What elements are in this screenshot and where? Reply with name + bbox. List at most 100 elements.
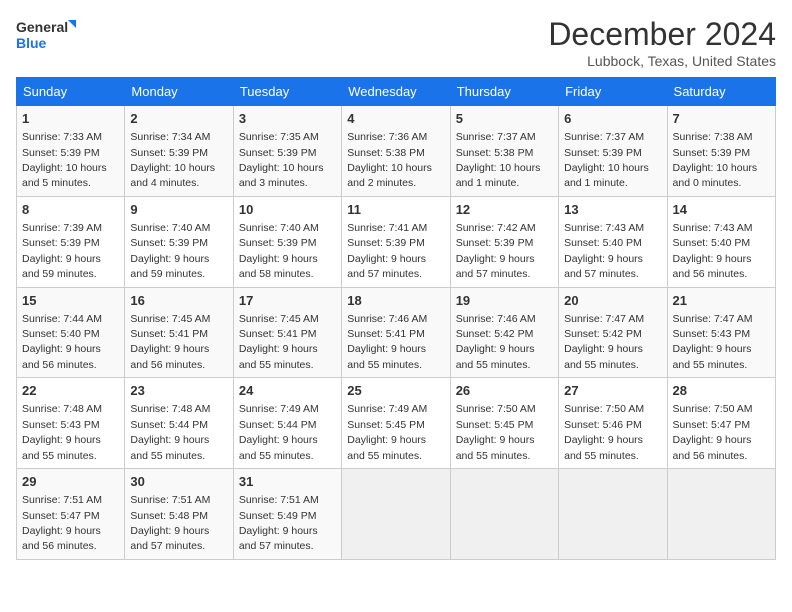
day-info: Sunrise: 7:50 AMSunset: 5:46 PMDaylight:… xyxy=(564,403,644,461)
day-number: 24 xyxy=(239,382,336,400)
day-cell xyxy=(342,469,450,560)
day-cell: 17 Sunrise: 7:45 AMSunset: 5:41 PMDayligh… xyxy=(233,287,341,378)
day-info: Sunrise: 7:34 AMSunset: 5:39 PMDaylight:… xyxy=(130,131,215,189)
header-cell-sunday: Sunday xyxy=(17,78,125,106)
day-info: Sunrise: 7:50 AMSunset: 5:45 PMDaylight:… xyxy=(456,403,536,461)
day-info: Sunrise: 7:48 AMSunset: 5:44 PMDaylight:… xyxy=(130,403,210,461)
day-cell: 9 Sunrise: 7:40 AMSunset: 5:39 PMDaylight… xyxy=(125,196,233,287)
day-info: Sunrise: 7:37 AMSunset: 5:39 PMDaylight:… xyxy=(564,131,649,189)
day-cell: 18Sunrise: 7:46 AMSunset: 5:41 PMDayligh… xyxy=(342,287,450,378)
day-cell: 28 Sunrise: 7:50 AMSunset: 5:47 PMDayligh… xyxy=(667,378,775,469)
day-info: Sunrise: 7:33 AMSunset: 5:39 PMDaylight:… xyxy=(22,131,107,189)
day-info: Sunrise: 7:43 AMSunset: 5:40 PMDaylight:… xyxy=(673,222,753,280)
day-info: Sunrise: 7:46 AMSunset: 5:41 PMDaylight:… xyxy=(347,313,427,371)
day-cell: 11 Sunrise: 7:41 AMSunset: 5:39 PMDayligh… xyxy=(342,196,450,287)
week-row-1: 1Sunrise: 7:33 AMSunset: 5:39 PMDaylight… xyxy=(17,106,776,197)
day-cell: 6 Sunrise: 7:37 AMSunset: 5:39 PMDaylight… xyxy=(559,106,667,197)
day-number: 4 xyxy=(347,110,444,128)
day-number: 7 xyxy=(673,110,770,128)
header-cell-tuesday: Tuesday xyxy=(233,78,341,106)
day-number: 14 xyxy=(673,201,770,219)
day-cell: 26 Sunrise: 7:50 AMSunset: 5:45 PMDayligh… xyxy=(450,378,558,469)
day-info: Sunrise: 7:51 AMSunset: 5:48 PMDaylight:… xyxy=(130,494,210,552)
day-info: Sunrise: 7:41 AMSunset: 5:39 PMDaylight:… xyxy=(347,222,427,280)
calendar-table: SundayMondayTuesdayWednesdayThursdayFrid… xyxy=(16,77,776,560)
day-number: 27 xyxy=(564,382,661,400)
day-cell: 22Sunrise: 7:48 AMSunset: 5:43 PMDayligh… xyxy=(17,378,125,469)
day-number: 12 xyxy=(456,201,553,219)
day-number: 22 xyxy=(22,382,119,400)
day-number: 29 xyxy=(22,473,119,491)
day-cell: 5 Sunrise: 7:37 AMSunset: 5:38 PMDaylight… xyxy=(450,106,558,197)
day-cell: 8Sunrise: 7:39 AMSunset: 5:39 PMDaylight… xyxy=(17,196,125,287)
day-info: Sunrise: 7:37 AMSunset: 5:38 PMDaylight:… xyxy=(456,131,541,189)
svg-text:Blue: Blue xyxy=(16,35,47,51)
day-number: 17 xyxy=(239,292,336,310)
header-cell-friday: Friday xyxy=(559,78,667,106)
day-info: Sunrise: 7:45 AMSunset: 5:41 PMDaylight:… xyxy=(239,313,319,371)
day-number: 20 xyxy=(564,292,661,310)
day-number: 21 xyxy=(673,292,770,310)
month-title: December 2024 xyxy=(548,16,776,53)
day-cell: 2 Sunrise: 7:34 AMSunset: 5:39 PMDaylight… xyxy=(125,106,233,197)
day-info: Sunrise: 7:49 AMSunset: 5:44 PMDaylight:… xyxy=(239,403,319,461)
day-number: 9 xyxy=(130,201,227,219)
day-number: 2 xyxy=(130,110,227,128)
day-info: Sunrise: 7:38 AMSunset: 5:39 PMDaylight:… xyxy=(673,131,758,189)
day-cell: 12 Sunrise: 7:42 AMSunset: 5:39 PMDayligh… xyxy=(450,196,558,287)
day-cell: 21 Sunrise: 7:47 AMSunset: 5:43 PMDayligh… xyxy=(667,287,775,378)
day-info: Sunrise: 7:36 AMSunset: 5:38 PMDaylight:… xyxy=(347,131,432,189)
day-cell xyxy=(559,469,667,560)
day-number: 10 xyxy=(239,201,336,219)
logo: General Blue xyxy=(16,16,76,56)
day-cell: 25 Sunrise: 7:49 AMSunset: 5:45 PMDayligh… xyxy=(342,378,450,469)
day-cell: 3 Sunrise: 7:35 AMSunset: 5:39 PMDaylight… xyxy=(233,106,341,197)
day-info: Sunrise: 7:35 AMSunset: 5:39 PMDaylight:… xyxy=(239,131,324,189)
day-number: 6 xyxy=(564,110,661,128)
day-info: Sunrise: 7:51 AMSunset: 5:47 PMDaylight:… xyxy=(22,494,102,552)
day-info: Sunrise: 7:46 AMSunset: 5:42 PMDaylight:… xyxy=(456,313,536,371)
day-info: Sunrise: 7:47 AMSunset: 5:42 PMDaylight:… xyxy=(564,313,644,371)
day-cell: 7 Sunrise: 7:38 AMSunset: 5:39 PMDaylight… xyxy=(667,106,775,197)
day-cell: 15Sunrise: 7:44 AMSunset: 5:40 PMDayligh… xyxy=(17,287,125,378)
day-info: Sunrise: 7:40 AMSunset: 5:39 PMDaylight:… xyxy=(239,222,319,280)
day-info: Sunrise: 7:42 AMSunset: 5:39 PMDaylight:… xyxy=(456,222,536,280)
header-cell-monday: Monday xyxy=(125,78,233,106)
day-info: Sunrise: 7:50 AMSunset: 5:47 PMDaylight:… xyxy=(673,403,753,461)
day-cell: 24 Sunrise: 7:49 AMSunset: 5:44 PMDayligh… xyxy=(233,378,341,469)
day-cell: 1Sunrise: 7:33 AMSunset: 5:39 PMDaylight… xyxy=(17,106,125,197)
day-info: Sunrise: 7:43 AMSunset: 5:40 PMDaylight:… xyxy=(564,222,644,280)
week-row-5: 29 Sunrise: 7:51 AMSunset: 5:47 PMDayligh… xyxy=(17,469,776,560)
svg-text:General: General xyxy=(16,19,68,35)
page-header: General Blue December 2024 Lubbock, Texa… xyxy=(16,16,776,69)
day-info: Sunrise: 7:40 AMSunset: 5:39 PMDaylight:… xyxy=(130,222,210,280)
day-cell xyxy=(450,469,558,560)
day-info: Sunrise: 7:51 AMSunset: 5:49 PMDaylight:… xyxy=(239,494,319,552)
week-row-3: 15Sunrise: 7:44 AMSunset: 5:40 PMDayligh… xyxy=(17,287,776,378)
day-number: 3 xyxy=(239,110,336,128)
day-info: Sunrise: 7:47 AMSunset: 5:43 PMDaylight:… xyxy=(673,313,753,371)
header-row: SundayMondayTuesdayWednesdayThursdayFrid… xyxy=(17,78,776,106)
day-cell xyxy=(667,469,775,560)
day-info: Sunrise: 7:39 AMSunset: 5:39 PMDaylight:… xyxy=(22,222,102,280)
day-number: 31 xyxy=(239,473,336,491)
day-cell: 13Sunrise: 7:43 AMSunset: 5:40 PMDayligh… xyxy=(559,196,667,287)
day-cell: 20 Sunrise: 7:47 AMSunset: 5:42 PMDayligh… xyxy=(559,287,667,378)
header-cell-thursday: Thursday xyxy=(450,78,558,106)
day-number: 19 xyxy=(456,292,553,310)
location: Lubbock, Texas, United States xyxy=(548,53,776,69)
day-number: 26 xyxy=(456,382,553,400)
day-cell: 4 Sunrise: 7:36 AMSunset: 5:38 PMDaylight… xyxy=(342,106,450,197)
header-cell-wednesday: Wednesday xyxy=(342,78,450,106)
header-cell-saturday: Saturday xyxy=(667,78,775,106)
day-info: Sunrise: 7:49 AMSunset: 5:45 PMDaylight:… xyxy=(347,403,427,461)
logo-svg: General Blue xyxy=(16,16,76,56)
day-number: 23 xyxy=(130,382,227,400)
day-number: 25 xyxy=(347,382,444,400)
day-number: 28 xyxy=(673,382,770,400)
day-cell: 29 Sunrise: 7:51 AMSunset: 5:47 PMDayligh… xyxy=(17,469,125,560)
day-number: 11 xyxy=(347,201,444,219)
day-number: 5 xyxy=(456,110,553,128)
day-number: 16 xyxy=(130,292,227,310)
day-number: 15 xyxy=(22,292,119,310)
